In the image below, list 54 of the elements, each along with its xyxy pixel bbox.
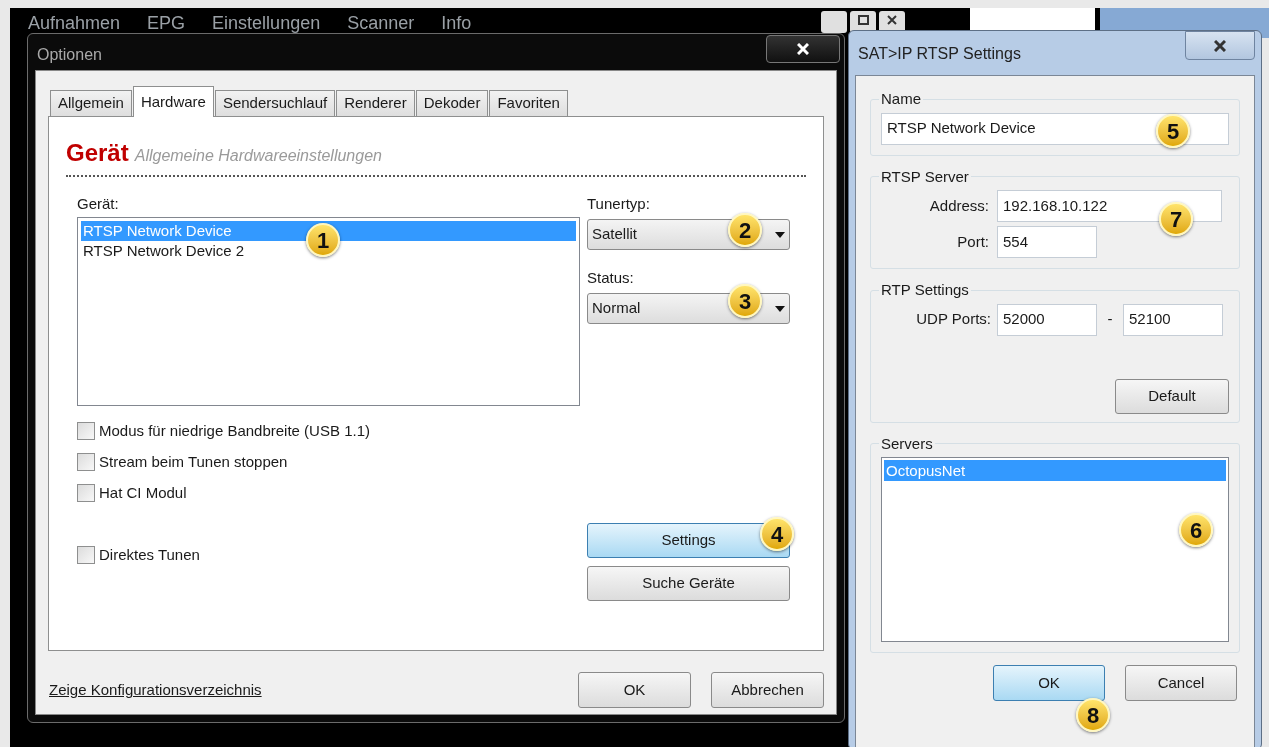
group-label: RTSP Server [880,166,970,187]
link[interactable]: Zeige Konfigurationsverzeichnis [49,678,262,702]
close-icon [887,15,897,25]
text-field[interactable]: 554 [997,226,1097,258]
checkbox-label: Modus für niedrige Bandbreite (USB 1.1) [99,420,370,441]
close-button[interactable] [879,11,905,33]
tab[interactable]: Sendersuchlauf [214,90,336,116]
close-button[interactable] [1185,31,1255,60]
tab[interactable]: Allgemein [50,90,132,116]
push-button[interactable]: Abbrechen [711,672,824,708]
close-button[interactable] [766,35,840,63]
field-label: Address: [928,195,989,216]
window-title: SAT>IP RTSP Settings [858,44,1021,64]
field-label: Tunertyp: [587,194,651,213]
field-label: Gerät: [77,194,120,213]
menu-item[interactable]: Einstellungen [212,10,321,36]
close-icon [1214,39,1226,52]
text-field[interactable]: 52000 [997,303,1097,336]
checkbox[interactable] [77,453,95,471]
section-title: Gerät [66,138,129,168]
push-button[interactable]: OK [578,672,691,708]
field-label: UDP Ports: [915,309,991,330]
push-button[interactable]: Suche Geräte [587,566,790,601]
tab[interactable]: Renderer [336,90,415,116]
group-label: Name [880,89,922,109]
text-field[interactable]: 52100 [1123,303,1223,336]
tab[interactable]: Dekoder [415,90,489,116]
maximize-icon [857,15,869,25]
menu-item[interactable]: Info [441,10,472,36]
maximize-button[interactable] [850,11,876,33]
checkbox-label: Stream beim Tunen stoppen [99,451,288,472]
dropdown-arrow-icon [775,305,785,312]
field-label: Status: [587,268,635,287]
range-separator: - [1106,309,1114,330]
checkbox[interactable] [77,546,95,564]
push-button[interactable]: Default [1115,378,1229,414]
checkbox-label: Hat CI Modul [99,482,187,503]
tab[interactable]: Favoriten [489,90,568,116]
group-label: Servers [880,433,934,454]
menu-item[interactable]: EPG [147,10,186,36]
close-icon [797,43,809,55]
field-label: Port: [956,231,989,252]
group-label: RTP Settings [880,280,970,300]
push-button[interactable]: Cancel [1125,665,1237,701]
checkbox-label: Direktes Tunen [99,544,200,565]
checkbox[interactable] [77,422,95,440]
menu-item[interactable]: Scanner [347,10,415,36]
tab[interactable]: Hardware [132,86,214,117]
push-button[interactable]: OK [993,665,1105,701]
section-subtitle: Allgemeine Hardwareeinstellungen [134,146,382,166]
window-title: Optionen [37,45,102,65]
menu-item[interactable]: Aufnahmen [28,10,121,36]
dropdown-arrow-icon [775,231,785,238]
checkbox[interactable] [77,484,95,502]
